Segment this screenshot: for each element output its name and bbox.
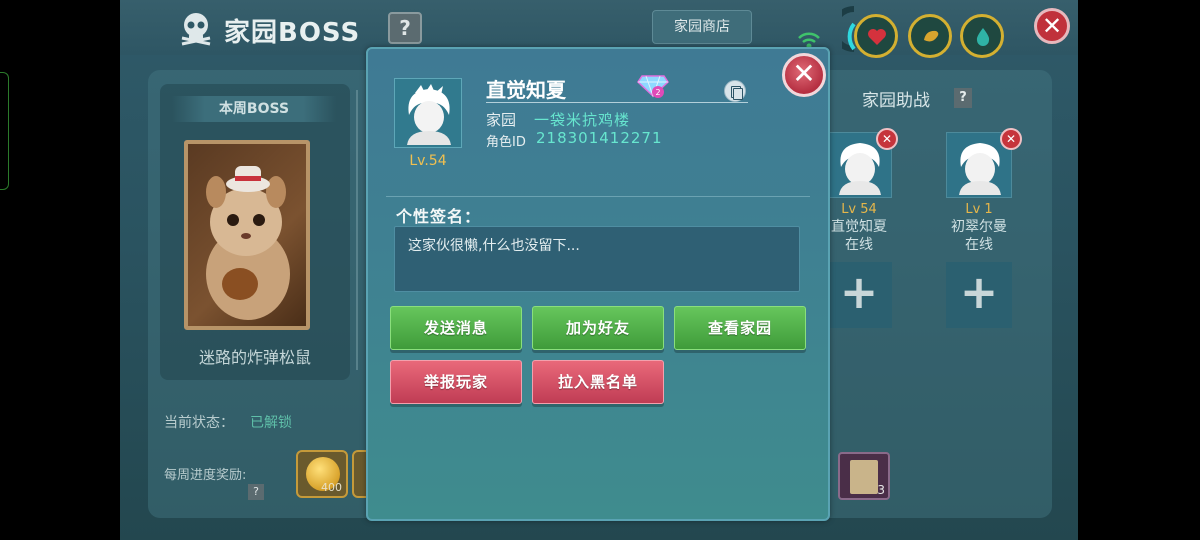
role-id-value: 218301412271 xyxy=(536,129,663,147)
skull-icon xyxy=(176,8,216,48)
modal-close-button[interactable]: ✕ xyxy=(782,53,826,97)
helper-level: Lv 54 xyxy=(841,202,877,217)
helper-level: Lv 1 xyxy=(965,202,993,217)
heart-icon[interactable] xyxy=(854,14,898,58)
helper-name: 初翠尔曼 xyxy=(951,219,1007,235)
helpers-help-button[interactable]: ? xyxy=(954,88,972,108)
signature-label: 个性签名： xyxy=(396,207,482,226)
report-player-button[interactable]: 举报玩家 xyxy=(390,360,522,404)
help-button[interactable]: ? xyxy=(388,12,422,44)
panel-divider xyxy=(356,90,358,370)
status-label: 当前状态： xyxy=(164,415,234,431)
weekly-reward-help-button[interactable]: ? xyxy=(248,484,264,500)
modal-divider xyxy=(386,196,810,197)
player-name: 直觉知夏 xyxy=(486,78,566,102)
page-title: 家园BOSS xyxy=(224,18,361,48)
close-button[interactable]: ✕ xyxy=(1034,8,1070,44)
add-friend-button[interactable]: 加为好友 xyxy=(532,306,664,350)
boss-portrait[interactable] xyxy=(184,140,310,330)
badge-number: 2 xyxy=(655,88,660,97)
blacklist-button[interactable]: 拉入黑名单 xyxy=(532,360,664,404)
boss-name: 迷路的炸弹松鼠 xyxy=(198,348,311,367)
view-home-button[interactable]: 查看家园 xyxy=(674,306,806,350)
add-helper-button[interactable]: + xyxy=(946,262,1012,328)
role-id-label: 角色ID xyxy=(486,135,526,150)
side-edge-tab xyxy=(0,72,9,190)
home-label: 家园 xyxy=(486,111,517,129)
water-drop-icon[interactable] xyxy=(960,14,1004,58)
remove-helper-button[interactable]: ✕ xyxy=(1000,128,1022,150)
gold-coin-icon[interactable]: 400 xyxy=(296,450,348,498)
home-name: 一袋米抗鸡楼 xyxy=(534,111,631,129)
weekly-reward-label: 每周进度奖励: xyxy=(164,468,247,483)
status-value: 已解锁 xyxy=(250,415,292,431)
signature-text: 这家伙很懒,什么也没留下... xyxy=(408,238,580,254)
diamond-badge-icon: 2 xyxy=(636,70,670,100)
avatar xyxy=(394,78,462,148)
home-shop-tab[interactable]: 家园商店 xyxy=(652,10,752,44)
name-underline xyxy=(486,102,748,103)
weekly-boss-header: 本周BOSS xyxy=(172,96,336,122)
scroll-paper xyxy=(850,460,878,494)
add-helper-button[interactable]: + xyxy=(826,262,892,328)
fruit-icon[interactable] xyxy=(908,14,952,58)
helpers-title: 家园助战 xyxy=(862,91,930,111)
scroll-icon[interactable]: 3 xyxy=(838,452,890,500)
copy-icon[interactable] xyxy=(724,80,746,102)
helper-state: 在线 xyxy=(965,237,993,253)
scroll-count: 3 xyxy=(877,483,885,497)
reward-amount: 400 xyxy=(321,481,342,494)
send-message-button[interactable]: 发送消息 xyxy=(390,306,522,350)
remove-helper-button[interactable]: ✕ xyxy=(876,128,898,150)
helper-state: 在线 xyxy=(845,237,873,253)
player-level: Lv.54 xyxy=(409,153,447,169)
